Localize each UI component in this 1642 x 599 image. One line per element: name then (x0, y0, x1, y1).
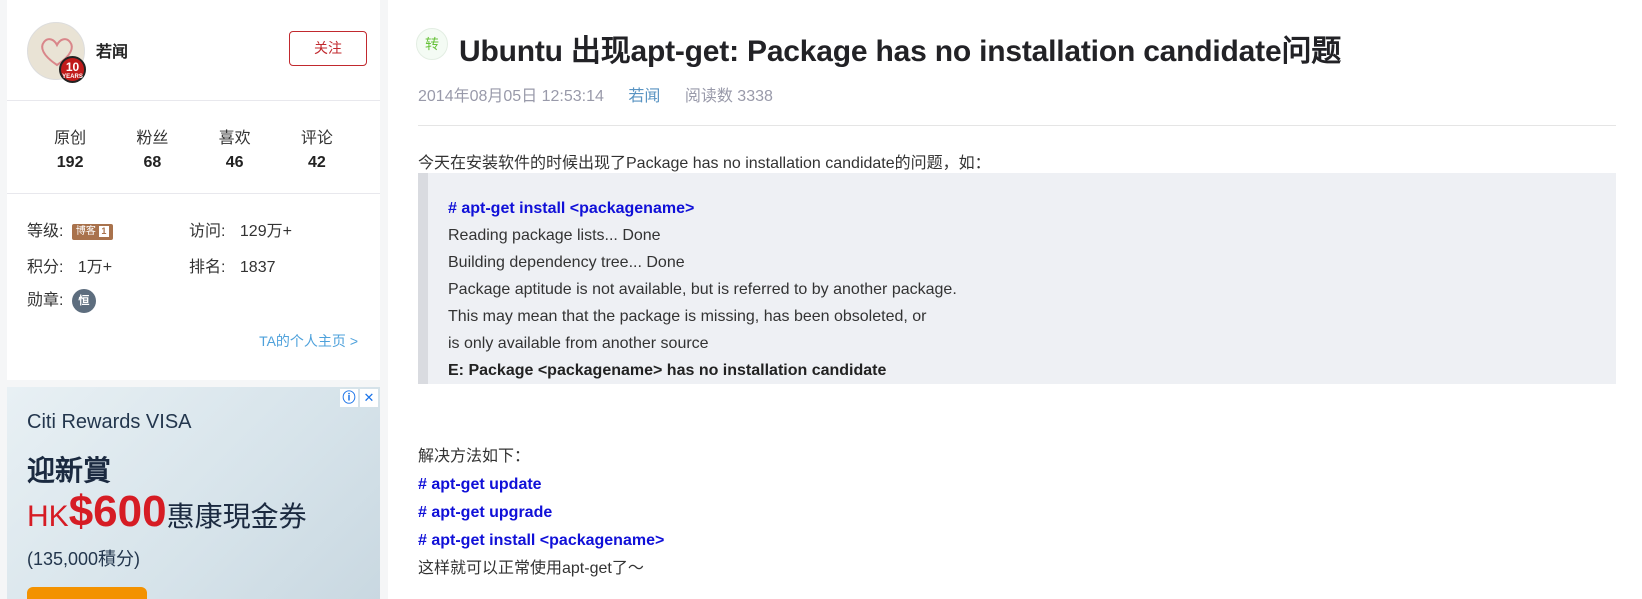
stat-value: 46 (225, 154, 244, 171)
article-title: Ubuntu 出现apt-get: Package has no install… (459, 35, 1342, 68)
years-badge-number: 10 (65, 60, 80, 74)
repost-tag: 转 (416, 28, 448, 60)
username[interactable]: 若闻 (96, 38, 128, 62)
solution-section: 解决方法如下： # apt-get update # apt-get upgra… (418, 443, 664, 583)
profile-card: 10 YEARS 若闻 关注 原创 192 粉丝 68 喜欢 46 评论 42 (7, 0, 380, 380)
points-label: 积分: (27, 259, 64, 276)
code-line-error: E: Package <packagename> has no installa… (448, 362, 887, 379)
divider (418, 125, 1616, 126)
stat-label: 喜欢 (218, 130, 251, 147)
points-row: 积分: 1万+ (27, 253, 112, 277)
stat-label: 评论 (300, 130, 333, 147)
read-count: 阅读数 3338 (684, 88, 773, 105)
ad-headline: Citi Rewards VISA (27, 411, 192, 433)
rank-label: 排名: (189, 259, 226, 276)
personal-home-link[interactable]: TA的个人主页 > (259, 331, 358, 351)
level-badge-text: 博客 (75, 225, 96, 237)
stat-likes[interactable]: 喜欢 46 (200, 124, 270, 172)
solution-command: # apt-get upgrade (418, 504, 553, 521)
solution-command: # apt-get update (418, 476, 542, 493)
years-badge: 10 YEARS (59, 56, 86, 83)
ad-amount: $600 (68, 487, 167, 536)
visits-label: 访问: (189, 223, 226, 240)
stat-label: 原创 (54, 130, 87, 147)
level-row: 等级: 博客 1 (27, 217, 113, 241)
code-line: Package aptitude is not available, but i… (448, 281, 957, 298)
ad-offer-text: 惠康現金券 (166, 501, 307, 532)
visits-value: 129万+ (239, 223, 292, 240)
stat-value: 68 (143, 154, 162, 171)
ad-info-icon[interactable]: ⓘ (340, 389, 358, 407)
solution-heading: 解决方法如下： (418, 448, 531, 465)
ad-currency: HK (27, 500, 69, 533)
ad-controls: ⓘ ✕ (340, 389, 378, 407)
sidebar: 10 YEARS 若闻 关注 原创 192 粉丝 68 喜欢 46 评论 42 (7, 0, 380, 599)
code-line: # apt-get install <packagename> (448, 200, 695, 217)
divider (7, 193, 380, 194)
code-line: is only available from another source (448, 335, 709, 352)
medal-label: 勋章: (27, 292, 64, 309)
stat-fans[interactable]: 粉丝 68 (117, 124, 187, 172)
code-line: Reading package lists... Done (448, 227, 661, 244)
ad-banner[interactable]: ⓘ ✕ Citi Rewards VISA 迎新賞 HK$600惠康現金券 (1… (7, 387, 380, 599)
visits-row: 访问: 129万+ (189, 217, 292, 241)
ad-subheadline: 迎新賞 (27, 455, 112, 486)
closing-paragraph: 这样就可以正常使用apt-get了～ (418, 560, 644, 577)
code-line: Building dependency tree... Done (448, 254, 685, 271)
ad-close-icon[interactable]: ✕ (360, 389, 378, 407)
rank-row: 排名: 1837 (189, 253, 276, 277)
stat-comments[interactable]: 评论 42 (282, 124, 352, 172)
years-badge-text: YEARS (62, 74, 83, 80)
level-badge[interactable]: 博客 1 (71, 223, 113, 240)
ad-points: (135,000積分) (27, 549, 141, 569)
level-label: 等级: (27, 223, 64, 240)
stat-value: 42 (307, 154, 326, 171)
intro-paragraph: 今天在安装软件的时候出现了Package has no installation… (418, 155, 991, 172)
ad-offer: HK$600惠康現金券 (27, 487, 307, 537)
medal-icon[interactable]: 恒 (71, 288, 96, 313)
stats-row: 原创 192 粉丝 68 喜欢 46 评论 42 (7, 124, 380, 172)
article: 转 Ubuntu 出现apt-get: Package has no insta… (388, 0, 1642, 599)
author-link[interactable]: 若闻 (628, 88, 660, 105)
divider (7, 100, 380, 101)
code-line: This may mean that the package is missin… (448, 308, 927, 325)
level-badge-number: 1 (98, 225, 109, 237)
code-block: # apt-get install <packagename> Reading … (418, 173, 1616, 384)
stat-value: 192 (56, 154, 84, 171)
publish-date: 2014年08月05日 12:53:14 (418, 88, 604, 105)
follow-button[interactable]: 关注 (289, 31, 367, 66)
medal-row: 勋章: 恒 (27, 286, 96, 313)
stat-original[interactable]: 原创 192 (35, 124, 105, 172)
points-value: 1万+ (77, 259, 113, 276)
article-meta: 2014年08月05日 12:53:14 若闻 阅读数 3338 (418, 82, 773, 106)
ad-cta-button[interactable] (27, 587, 147, 599)
stat-label: 粉丝 (136, 130, 169, 147)
rank-value: 1837 (239, 259, 276, 276)
solution-command: # apt-get install <packagename> (418, 532, 665, 549)
